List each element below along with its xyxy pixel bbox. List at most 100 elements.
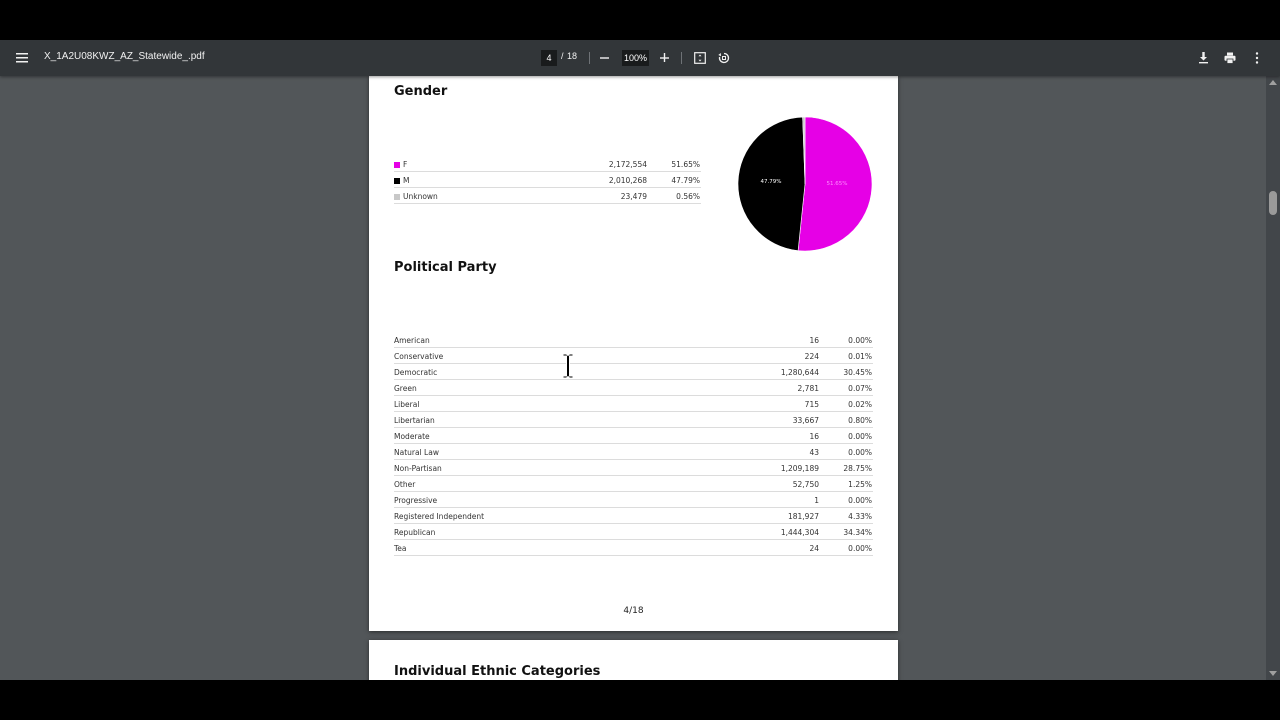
party-count: 715	[804, 400, 819, 409]
page-separator: /	[561, 51, 564, 61]
toolbar-divider	[681, 52, 682, 64]
party-percent: 30.45%	[843, 368, 872, 377]
ethnic-categories-heading: Individual Ethnic Categories	[394, 664, 601, 679]
party-label: American	[394, 336, 430, 345]
party-row: Progressive 1 0.00%	[394, 492, 873, 508]
political-party-heading: Political Party	[394, 260, 497, 275]
party-label: Registered Independent	[394, 512, 485, 521]
party-count: 52,750	[792, 480, 819, 489]
pie-label-f: 51.65%	[827, 181, 848, 187]
party-row: Green 2,781 0.07%	[394, 380, 873, 396]
gender-label: M	[394, 176, 409, 185]
party-row: Liberal 715 0.02%	[394, 396, 873, 412]
more-options-icon[interactable]	[1245, 46, 1269, 70]
page-total: 18	[567, 51, 578, 61]
vertical-scrollbar[interactable]	[1266, 76, 1280, 680]
party-percent: 1.25%	[848, 480, 872, 489]
party-label: Democratic	[394, 368, 438, 377]
party-percent: 0.00%	[848, 496, 872, 505]
party-percent: 34.34%	[843, 528, 872, 537]
party-label: Green	[394, 384, 417, 393]
gender-percent: 0.56%	[676, 192, 700, 202]
toolbar-divider	[589, 52, 590, 64]
party-percent: 4.33%	[848, 512, 872, 521]
party-percent: 0.07%	[848, 384, 872, 393]
party-percent: 0.00%	[848, 432, 872, 441]
party-percent: 0.01%	[848, 352, 872, 361]
party-label: Liberal	[394, 400, 420, 409]
party-label: Non-Partisan	[394, 464, 442, 473]
pdf-viewer: X_1A2U08KWZ_AZ_Statewide_.pdf 4 / 18 100…	[0, 40, 1280, 680]
gender-row: M 2,010,268 47.79%	[394, 172, 701, 189]
party-row: Other 52,750 1.25%	[394, 476, 873, 492]
party-label: Tea	[394, 544, 407, 553]
party-count: 24	[809, 544, 819, 553]
party-row: Democratic 1,280,644 30.45%	[394, 364, 873, 380]
gender-row: Unknown 23,479 0.56%	[394, 188, 701, 205]
party-count: 16	[809, 432, 819, 441]
gender-count: 23,479	[620, 192, 647, 202]
party-percent: 0.00%	[848, 544, 872, 553]
party-row: Tea 24 0.00%	[394, 540, 873, 556]
gender-heading: Gender	[394, 84, 448, 99]
pie-label-m: 47.79%	[761, 179, 782, 185]
gender-label-text: Unknown	[403, 192, 438, 202]
pdf-page-next: Individual Ethnic Categories	[369, 640, 898, 680]
zoom-level-input[interactable]: 100%	[622, 50, 649, 66]
fit-to-page-icon[interactable]	[688, 46, 712, 70]
party-label: Libertarian	[394, 416, 435, 425]
gender-label-text: M	[403, 176, 410, 186]
document-title: X_1A2U08KWZ_AZ_Statewide_.pdf	[44, 51, 205, 62]
zoom-out-icon[interactable]	[593, 46, 617, 70]
page-number-input[interactable]: 4	[541, 50, 557, 66]
gender-count: 2,172,554	[608, 160, 647, 169]
party-row: Libertarian 33,667 0.80%	[394, 412, 873, 428]
party-count: 224	[804, 352, 819, 361]
text-cursor-icon	[562, 353, 574, 379]
download-icon[interactable]	[1191, 46, 1215, 70]
viewer-toolbar: X_1A2U08KWZ_AZ_Statewide_.pdf 4 / 18 100…	[0, 40, 1280, 76]
gender-pie-chart: 47.79% 51.65%	[737, 116, 873, 252]
pdf-page: Gender F 2,172,554 51.65% M 2,010,268 47.79% U…	[369, 76, 898, 631]
party-label: Moderate	[394, 432, 430, 441]
legend-swatch	[394, 194, 400, 201]
party-count: 181,927	[787, 512, 819, 521]
party-percent: 0.02%	[848, 400, 872, 409]
party-count: 2,781	[797, 384, 819, 393]
gender-row: F 2,172,554 51.65%	[394, 156, 701, 172]
gender-percent: 51.65%	[671, 160, 700, 169]
party-label: Republican	[394, 528, 436, 537]
party-row: Natural Law 43 0.00%	[394, 444, 873, 460]
page-footer: 4/18	[623, 606, 644, 616]
party-percent: 0.80%	[848, 416, 872, 425]
zoom-in-icon[interactable]	[653, 46, 677, 70]
party-row: Registered Independent 181,927 4.33%	[394, 508, 873, 524]
legend-swatch	[394, 162, 400, 168]
party-label: Progressive	[394, 496, 438, 505]
gender-label-text: F	[403, 160, 408, 169]
scroll-down-arrow-icon[interactable]	[1269, 671, 1277, 676]
gender-label: F	[394, 160, 407, 169]
scroll-up-arrow-icon[interactable]	[1269, 80, 1277, 85]
party-count: 1,280,644	[780, 368, 819, 377]
party-row: Conservative 224 0.01%	[394, 348, 873, 364]
party-count: 1,444,304	[780, 528, 819, 537]
party-count: 43	[809, 448, 819, 457]
party-row: American 16 0.00%	[394, 332, 873, 348]
party-label: Conservative	[394, 352, 444, 361]
party-row: Republican 1,444,304 34.34%	[394, 524, 873, 540]
rotate-icon[interactable]	[712, 46, 736, 70]
party-label: Other	[394, 480, 416, 489]
gender-label: Unknown	[394, 192, 438, 201]
party-row: Moderate 16 0.00%	[394, 428, 873, 444]
party-percent: 28.75%	[843, 464, 872, 473]
party-label: Natural Law	[394, 448, 439, 457]
party-count: 1	[814, 496, 819, 505]
party-row: Non-Partisan 1,209,189 28.75%	[394, 460, 873, 476]
menu-icon[interactable]	[10, 46, 34, 70]
party-count: 1,209,189	[780, 464, 819, 473]
party-count: 16	[809, 336, 819, 345]
gender-count: 2,010,268	[608, 176, 647, 186]
print-icon[interactable]	[1218, 46, 1242, 70]
scroll-thumb[interactable]	[1269, 191, 1277, 215]
